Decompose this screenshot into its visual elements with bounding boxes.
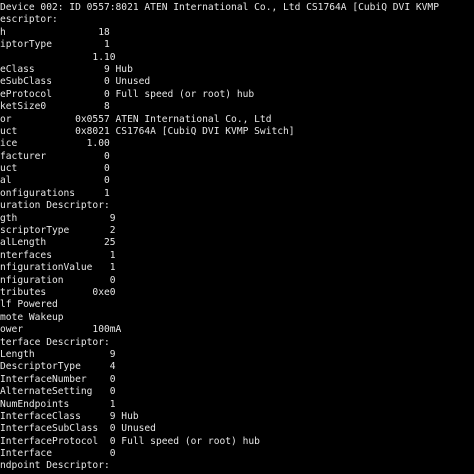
output-line: mote Wakeup — [0, 311, 64, 323]
output-line: iptorType 1 — [0, 39, 110, 51]
output-line: facturer 0 — [0, 150, 110, 162]
output-line: 1.10 — [0, 51, 116, 63]
output-line: ketSize0 8 — [0, 101, 110, 113]
output-line: nterfaces 1 — [0, 249, 116, 261]
output-line: AlternateSetting 0 — [0, 386, 116, 398]
output-line: gth 9 — [0, 212, 116, 224]
output-line: eSubClass 0 Unused — [0, 76, 151, 88]
output-line: h 18 — [0, 26, 110, 38]
output-line: Interface 0 — [0, 448, 116, 460]
output-line: NumEndpoints 1 — [0, 398, 116, 410]
output-line: ice 1.00 — [0, 138, 110, 150]
terminal-window[interactable]: Device 002: ID 0557:8021 ATEN Internatio… — [0, 0, 474, 474]
output-line: InterfaceClass 9 Hub — [0, 410, 139, 422]
output-line: tributes 0xe0 — [0, 286, 116, 298]
output-line: onfigurations 1 — [0, 187, 110, 199]
output-line: uct 0x8021 CS1764A [CubiQ DVI KVMP Switc… — [0, 125, 295, 137]
terminal-output: Device 002: ID 0557:8021 ATEN Internatio… — [0, 2, 474, 473]
output-line: nfigurationValue 1 — [0, 262, 116, 274]
output-line: nfiguration 0 — [0, 274, 116, 286]
output-line: eProtocol 0 Full speed (or root) hub — [0, 88, 255, 100]
output-line: uration Descriptor: — [0, 200, 110, 212]
output-line: terface Descriptor: — [0, 336, 110, 348]
output-line: InterfaceNumber 0 — [0, 373, 116, 385]
output-line: alLength 25 — [0, 237, 116, 249]
output-line: eClass 9 Hub — [0, 63, 133, 75]
output-line: Length 9 — [0, 348, 116, 360]
output-line: DescriptorType 4 — [0, 361, 116, 373]
output-line: al 0 — [0, 175, 110, 187]
output-line: InterfaceProtocol 0 Full speed (or root)… — [0, 435, 260, 447]
output-line: escriptor: — [0, 14, 58, 26]
output-line: ndpoint Descriptor: — [0, 460, 110, 472]
output-line: ower 100mA — [0, 324, 122, 336]
output-line: InterfaceSubClass 0 Unused — [0, 423, 156, 435]
output-line: scriptorType 2 — [0, 225, 116, 237]
output-line: Device 002: ID 0557:8021 ATEN Internatio… — [0, 2, 439, 13]
output-line: lf Powered — [0, 299, 58, 311]
output-line: uct 0 — [0, 163, 110, 175]
output-line: or 0x0557 ATEN International Co., Ltd — [0, 113, 272, 125]
